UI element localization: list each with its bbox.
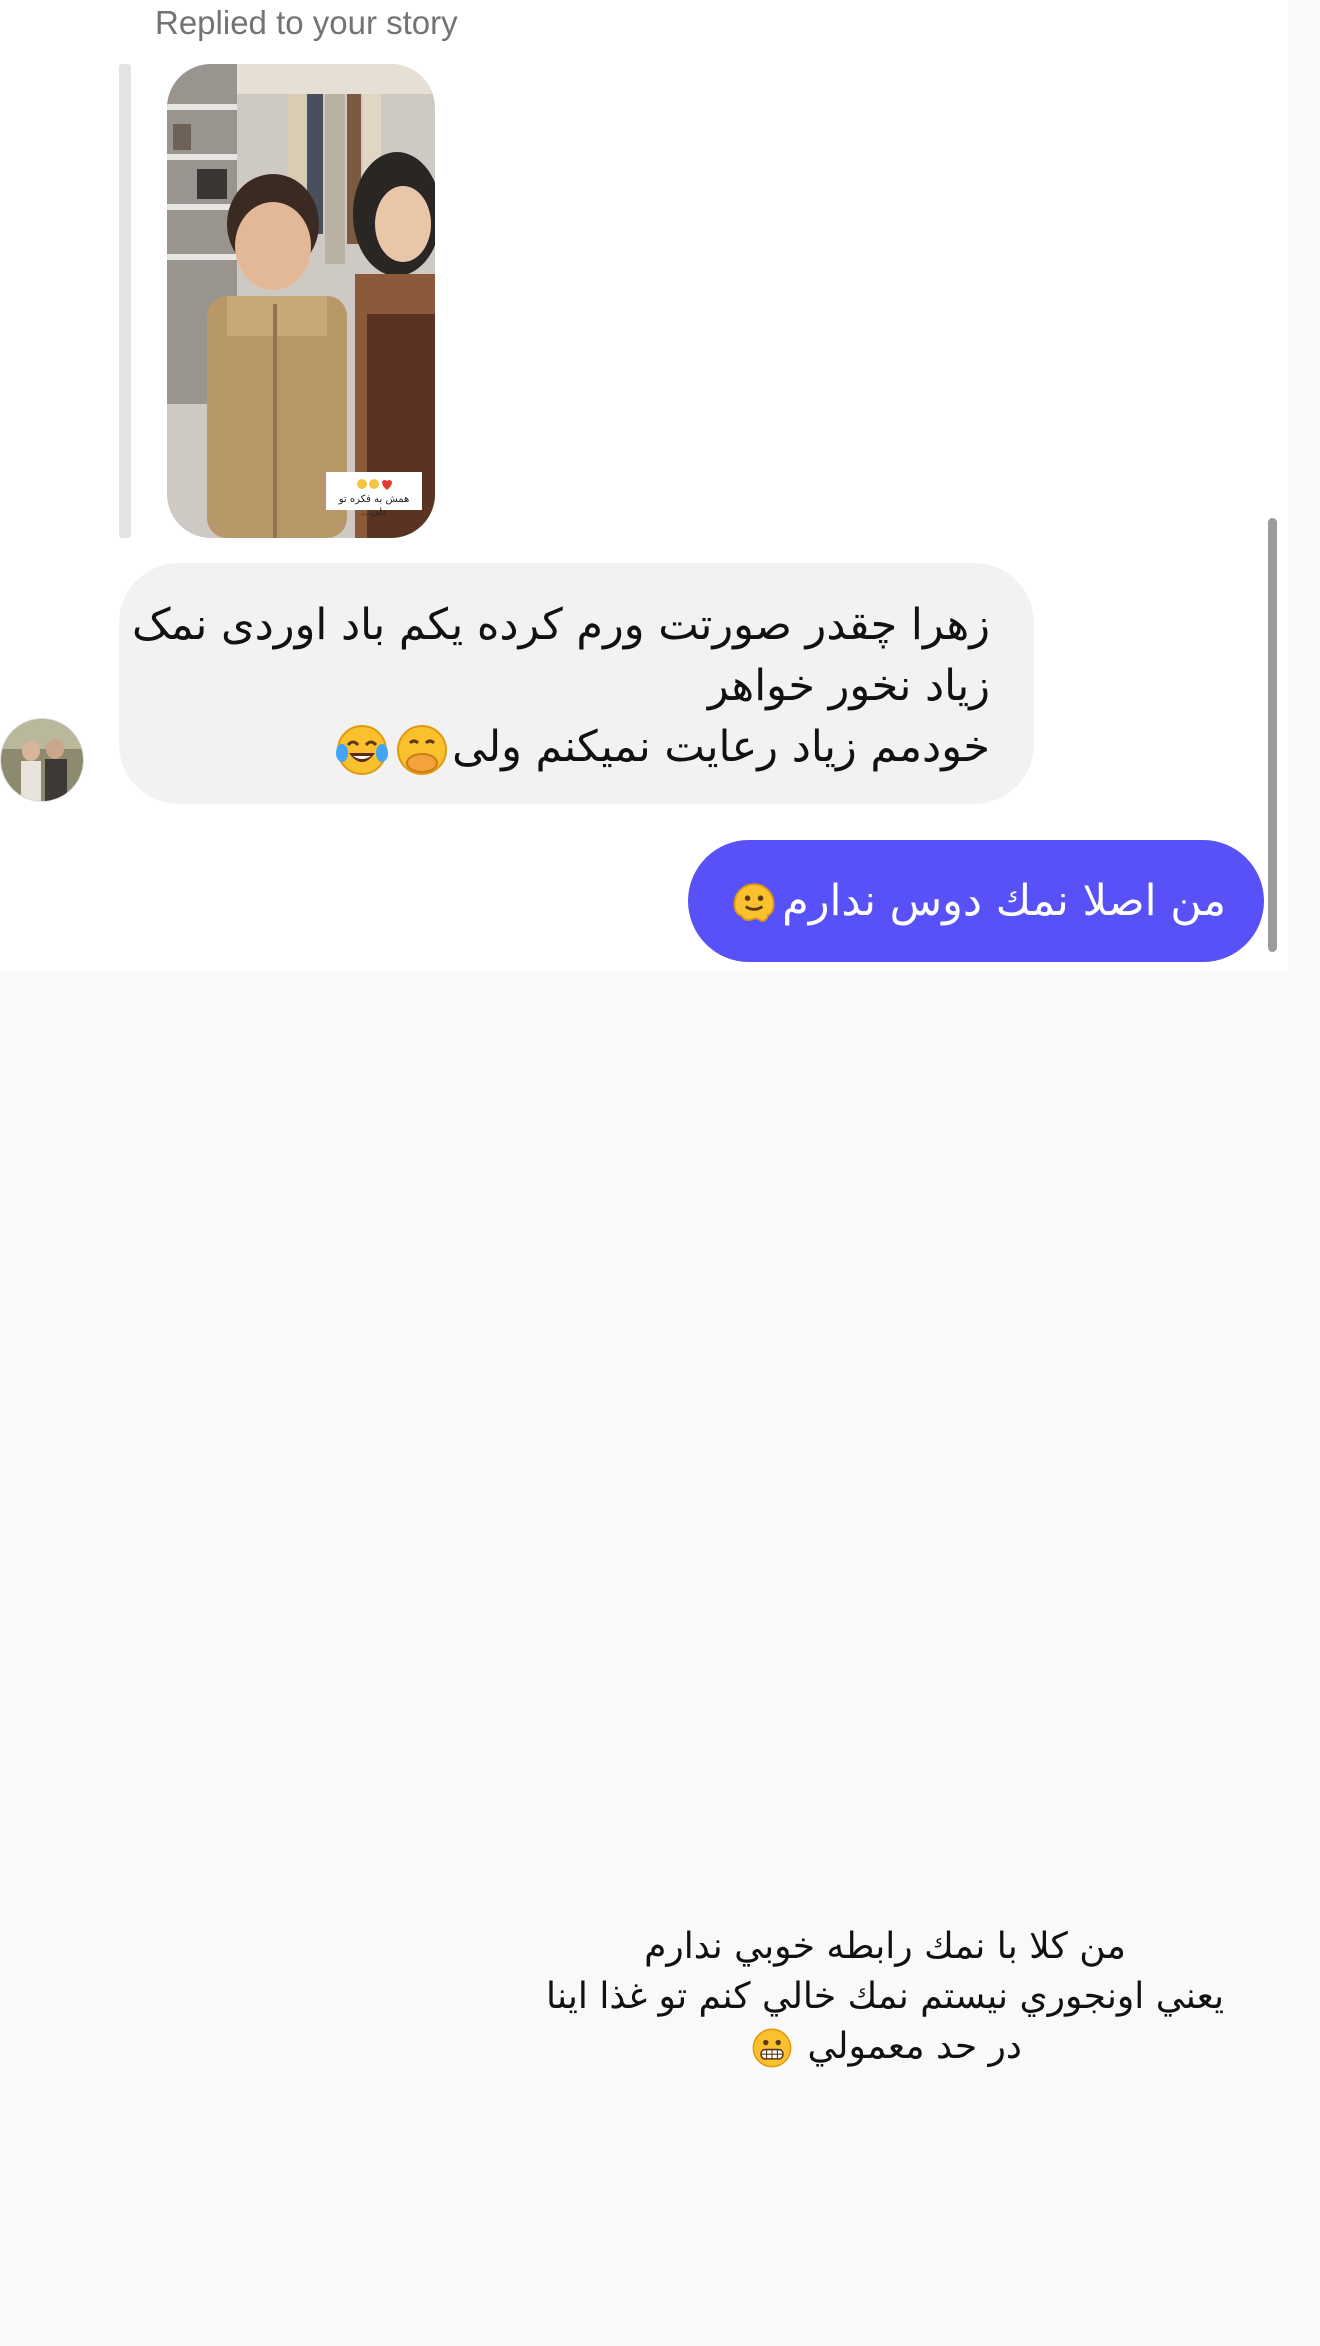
overlay-text-line-3-text: در حد معمولي <box>807 2026 1022 2067</box>
chat-thread: Replied to your story همش به فکره تو دلی… <box>0 0 1288 971</box>
overlay-text-line-1: من كلا با نمك رابطه خوبي ندارم <box>644 1926 1126 1967</box>
incoming-message-bubble[interactable]: زهرا چقدر صورتت ورم کرده یکم باد اوردی ن… <box>119 563 1034 804</box>
avatar-image <box>1 719 83 801</box>
caption-emoji-row <box>326 478 422 493</box>
reply-indicator-bar <box>119 64 131 538</box>
sender-avatar[interactable] <box>0 718 84 802</box>
incoming-message-line-3: خودمم زیاد رعایت نمیکنم ولی <box>153 717 990 778</box>
melting-face-emoji-icon <box>733 883 775 922</box>
incoming-message-line-1: زهرا چقدر صورتت ورم کرده یکم باد اوردی ن… <box>132 600 990 650</box>
scrollbar-thumb[interactable] <box>1268 518 1277 952</box>
hand-over-mouth-emoji-icon <box>397 724 448 775</box>
incoming-message-line-2: زیاد نخور خواهر <box>707 661 990 711</box>
replied-to-story-label: Replied to your story <box>155 4 458 41</box>
outgoing-message-text: من اصلا نمك دوس ندارم <box>782 876 1226 926</box>
overlay-text-line-2: يعني اونجوري نيستم نمك خالي كنم تو غذا ا… <box>546 1976 1224 2017</box>
outgoing-message-bubble[interactable]: من اصلا نمك دوس ندارم <box>688 840 1264 962</box>
heart-emojis-icon <box>357 479 392 490</box>
incoming-message-line-3-text: خودمم زیاد رعایت نمیکنم ولی <box>452 722 990 772</box>
overlay-text-line-3: در حد معمولي <box>540 2022 1230 2072</box>
story-caption-text: همش به فکره تو دلی... <box>338 494 410 518</box>
overlay-text-block: من كلا با نمك رابطه خوبي ندارم يعني اونج… <box>540 1922 1230 2072</box>
grimacing-face-emoji-icon <box>752 2028 792 2068</box>
story-caption-sticker: همش به فکره تو دلی... <box>326 472 422 518</box>
story-image <box>167 64 435 538</box>
tears-of-joy-emoji-icon <box>336 724 389 775</box>
story-thumbnail[interactable] <box>167 64 435 538</box>
